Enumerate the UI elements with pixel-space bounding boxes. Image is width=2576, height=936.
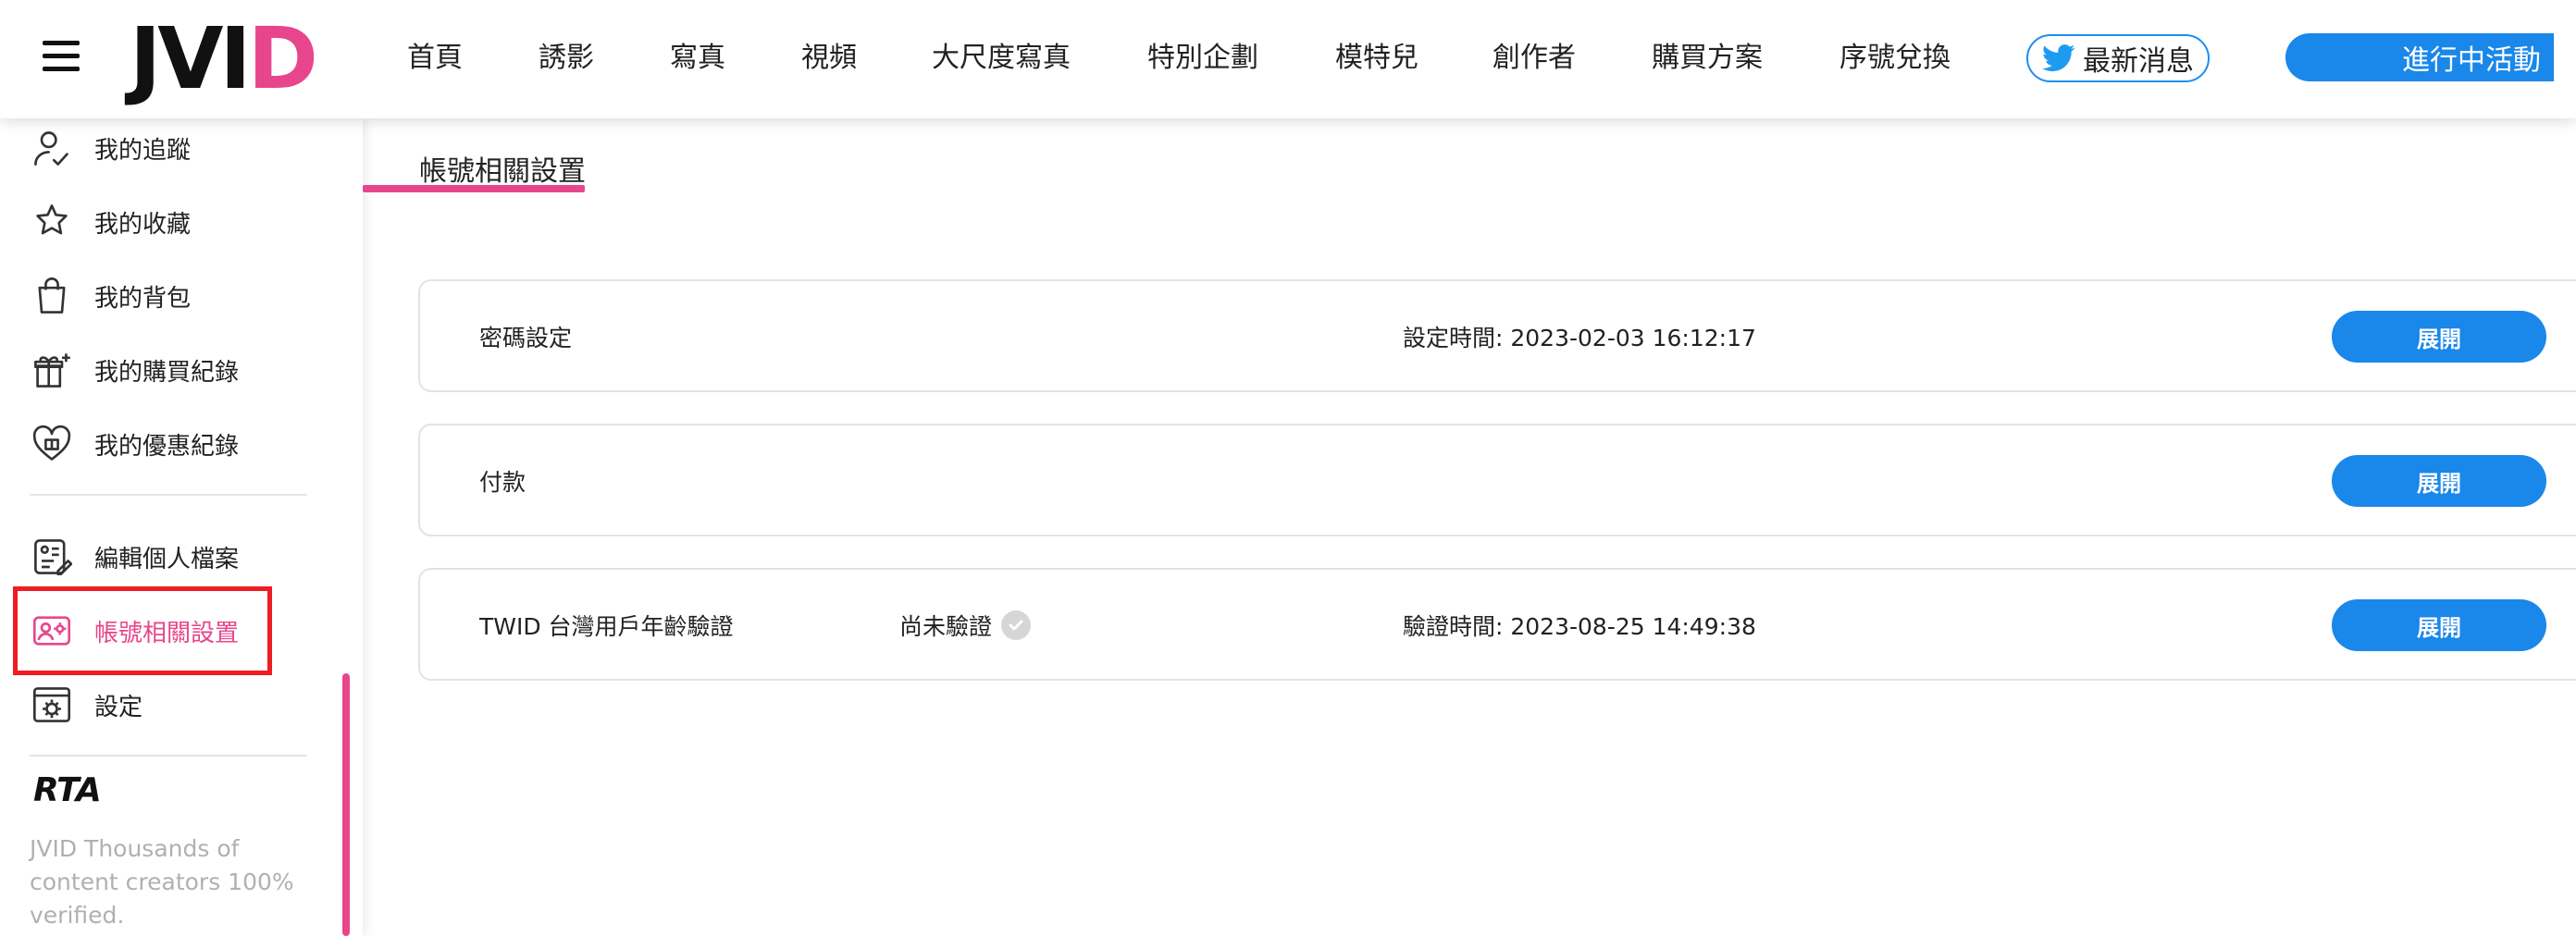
ongoing-events-button[interactable]: 進行中活動 [2285,33,2554,81]
profile-card-edit-icon [30,535,74,579]
user-check-icon [30,126,74,170]
card-label: 密碼設定 [479,325,573,351]
sidebar-item-purchase-history[interactable]: 我的購買紀錄 [30,342,307,398]
account-sidebar: 我的追蹤 我的收藏 我的背包 我的購買紀錄 我的優惠紀錄 編輯個人檔案 帳號相關… [0,118,363,936]
nav-creators[interactable]: 創作者 [1492,39,1576,78]
sidebar-item-settings[interactable]: 設定 [30,677,307,733]
password-settings-card: 密碼設定 設定時間: 2023-02-03 16:12:17 展開 [418,279,2576,392]
top-header: JVI D 首頁 誘影 寫真 視頻 大尺度寫真 特別企劃 模特兒 創作者 購買方案… [0,0,2576,118]
gift-icon [30,348,74,392]
latest-news-button[interactable]: 最新消息 [2026,34,2210,82]
shopping-bag-icon [30,274,74,318]
card-time: 設定時間: 2023-02-03 16:12:17 [1403,325,1756,351]
nav-redeem-code[interactable]: 序號兌換 [1839,39,1951,78]
verification-status: 尚未驗證 [899,609,1032,642]
jvid-logo[interactable]: JVI D [130,17,318,102]
expand-button[interactable]: 展開 [2332,311,2546,363]
page-title: 帳號相關設置 [419,155,586,188]
sidebar-item-discount-history[interactable]: 我的優惠紀錄 [30,416,307,472]
nav-home[interactable]: 首頁 [407,39,463,78]
sidebar-item-account-settings[interactable]: 帳號相關設置 [30,603,307,659]
nav-models[interactable]: 模特兒 [1335,39,1418,78]
hamburger-menu-icon[interactable] [43,41,80,78]
star-outline-icon [30,200,74,244]
heart-gift-icon [30,422,74,466]
nav-seduction[interactable]: 誘影 [539,39,594,78]
card-time: 驗證時間: 2023-08-25 14:49:38 [1403,613,1756,640]
card-label: TWID 台灣用戶年齡驗證 [479,613,734,640]
nav-purchase-plans[interactable]: 購買方案 [1652,39,1763,78]
twid-age-verification-card: TWID 台灣用戶年齡驗證 尚未驗證 驗證時間: 2023-08-25 14:4… [418,568,2576,681]
expand-button[interactable]: 展開 [2332,455,2546,507]
sidebar-scrollbar[interactable] [342,673,350,936]
check-circle-icon [1001,610,1032,640]
nav-videos[interactable]: 視頻 [801,39,857,78]
sidebar-item-backpack[interactable]: 我的背包 [30,268,307,324]
sidebar-item-edit-profile[interactable]: 編輯個人檔案 [30,529,307,585]
sidebar-divider [30,494,307,496]
nav-large-photos[interactable]: 大尺度寫真 [932,39,1071,78]
sidebar-item-favorites[interactable]: 我的收藏 [30,194,307,250]
settings-window-icon [30,683,74,727]
title-underline [363,185,585,192]
nav-special[interactable]: 特別企劃 [1147,39,1258,78]
expand-button[interactable]: 展開 [2332,599,2546,651]
twitter-icon [2042,44,2075,72]
rta-verified-text: JVID Thousands of content creators 100% … [30,835,294,929]
rta-logo: RTA [33,771,102,809]
nav-photos[interactable]: 寫真 [670,39,725,78]
sidebar-item-following[interactable]: 我的追蹤 [30,120,307,176]
payment-card: 付款 展開 [418,424,2576,536]
account-settings-icon [30,609,74,653]
card-label: 付款 [479,469,526,496]
sidebar-divider [30,755,307,757]
